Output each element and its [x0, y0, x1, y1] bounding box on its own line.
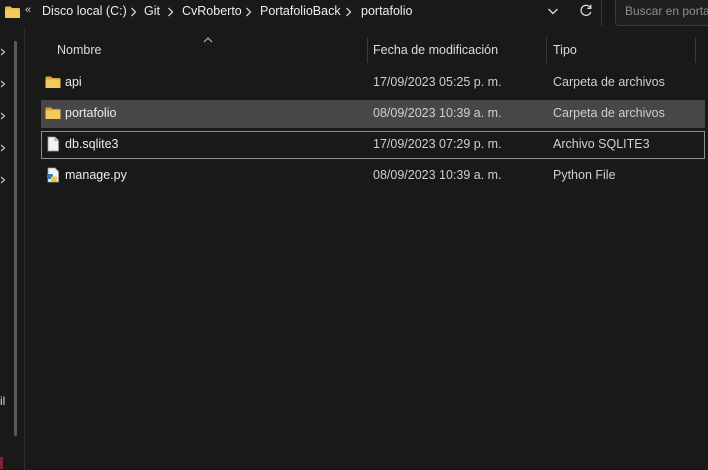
column-resize-handle[interactable] — [546, 37, 547, 63]
file-name: db.sqlite3 — [65, 137, 119, 151]
file-type: Carpeta de archivos — [553, 75, 665, 89]
search-box[interactable]: Buscar en portafolio — [615, 0, 708, 26]
column-resize-handle[interactable] — [695, 37, 696, 63]
file-name: manage.py — [65, 168, 127, 182]
chevron-right-icon[interactable] — [0, 112, 6, 120]
navigation-pane: il — [0, 27, 24, 470]
chevron-right-icon[interactable] — [0, 144, 6, 152]
file-icon — [47, 136, 59, 152]
file-modified: 08/09/2023 10:39 a. m. — [373, 168, 502, 182]
breadcrumb-item[interactable]: Disco local (C:) — [42, 4, 127, 18]
file-type: Carpeta de archivos — [553, 106, 665, 120]
address-toolbar: « Disco local (C:) Git CvRoberto Portafo… — [0, 0, 708, 27]
breadcrumb-separator-icon[interactable] — [245, 7, 252, 17]
file-type: Python File — [553, 168, 616, 182]
file-modified: 17/09/2023 07:29 p. m. — [373, 137, 502, 151]
file-name: portafolio — [65, 106, 117, 120]
list-item[interactable]: api 17/09/2023 05:25 p. m. Carpeta de ar… — [41, 69, 705, 97]
breadcrumb-overflow[interactable]: « — [25, 4, 31, 16]
breadcrumb-separator-icon[interactable] — [130, 7, 137, 17]
column-resize-handle[interactable] — [367, 37, 368, 63]
refresh-icon[interactable] — [578, 2, 594, 18]
column-header-type[interactable]: Tipo — [553, 43, 577, 57]
search-input[interactable]: Buscar en portafolio — [625, 4, 708, 18]
folder-icon — [45, 76, 61, 88]
file-list: Nombre Fecha de modificación Tipo api 17… — [25, 27, 708, 470]
file-modified: 17/09/2023 05:25 p. m. — [373, 75, 502, 89]
breadcrumb-separator-icon[interactable] — [167, 7, 174, 17]
list-item[interactable]: manage.py 08/09/2023 10:39 a. m. Python … — [41, 162, 705, 190]
file-modified: 08/09/2023 10:39 a. m. — [373, 106, 502, 120]
breadcrumb-item[interactable]: CvRoberto — [182, 4, 242, 18]
list-item[interactable]: portafolio 08/09/2023 10:39 a. m. Carpet… — [41, 100, 705, 128]
breadcrumb-separator-icon[interactable] — [345, 7, 352, 17]
breadcrumb-item[interactable]: portafolio — [361, 4, 412, 18]
chevron-down-icon[interactable] — [546, 4, 560, 18]
nav-scrollbar[interactable] — [14, 41, 17, 436]
sort-ascending-icon — [203, 37, 213, 43]
address-bar[interactable]: « Disco local (C:) Git CvRoberto Portafo… — [0, 0, 602, 26]
nav-item-label[interactable]: il — [0, 394, 5, 408]
file-type: Archivo SQLITE3 — [553, 137, 650, 151]
column-header-row: Nombre Fecha de modificación Tipo — [25, 37, 708, 63]
folder-icon — [45, 107, 61, 119]
nav-item-marker — [0, 457, 3, 469]
folder-icon — [5, 6, 20, 18]
chevron-right-icon[interactable] — [0, 176, 6, 184]
python-file-icon — [47, 167, 59, 183]
file-name: api — [65, 75, 82, 89]
chevron-right-icon[interactable] — [0, 80, 6, 88]
breadcrumb-item[interactable]: Git — [144, 4, 160, 18]
column-header-name[interactable]: Nombre — [57, 43, 101, 57]
column-header-modified[interactable]: Fecha de modificación — [373, 43, 498, 57]
list-item[interactable]: db.sqlite3 17/09/2023 07:29 p. m. Archiv… — [41, 131, 705, 159]
breadcrumb-item[interactable]: PortafolioBack — [260, 4, 341, 18]
chevron-right-icon[interactable] — [0, 48, 6, 56]
